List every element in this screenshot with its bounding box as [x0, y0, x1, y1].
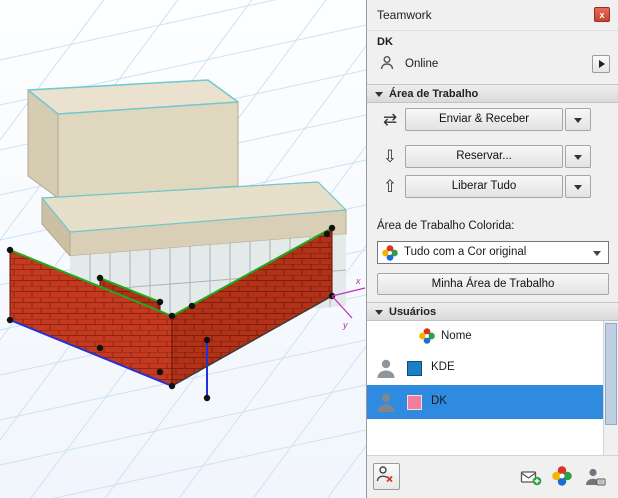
collapse-triangle-icon — [375, 92, 383, 97]
chevron-down-icon — [593, 251, 601, 256]
users-list: Nome KDE DK — [367, 321, 604, 455]
status-row: Online — [367, 54, 618, 76]
axis-x-label: x — [355, 276, 361, 286]
user-row-dk-selected[interactable]: DK — [367, 385, 603, 419]
3d-viewport[interactable]: x y — [0, 0, 366, 498]
reserve-row: ⇩ Reservar... — [367, 145, 618, 169]
online-status-label: Online — [405, 58, 438, 70]
users-scrollbar[interactable] — [603, 321, 618, 455]
user-color-swatch — [407, 361, 422, 376]
chevron-down-icon — [574, 185, 582, 190]
user-color-swatch — [407, 395, 422, 410]
reserve-icon: ⇩ — [379, 145, 401, 169]
release-icon: ⇧ — [379, 175, 401, 199]
chevron-down-icon — [574, 155, 582, 160]
user-profile-button[interactable] — [584, 466, 606, 488]
send-receive-button[interactable]: Enviar & Receber — [405, 108, 563, 131]
teamwork-panel: Teamwork x DK Online Área de Trabalho ⇄ … — [366, 0, 618, 498]
user-icon — [379, 55, 395, 74]
colored-workspace-label: Área de Trabalho Colorida: — [377, 220, 514, 232]
send-receive-dropdown-button[interactable] — [565, 108, 591, 131]
my-workspace-button[interactable]: Minha Área de Trabalho — [377, 273, 609, 295]
color-wheel-icon — [419, 328, 435, 347]
user-x-icon — [374, 478, 397, 490]
user-name: DK — [431, 395, 447, 407]
panel-title: Teamwork — [377, 8, 432, 22]
expand-status-button[interactable] — [592, 55, 610, 73]
collapse-triangle-icon — [375, 310, 383, 315]
section-header-users[interactable]: Usuários — [367, 302, 618, 321]
reserve-button[interactable]: Reservar... — [405, 145, 563, 168]
new-message-button[interactable] — [520, 466, 542, 488]
user-workstation-icon — [584, 479, 606, 491]
section-header-workspace[interactable]: Área de Trabalho — [367, 84, 618, 103]
send-receive-row: ⇄ Enviar & Receber — [367, 108, 618, 132]
color-wheel-icon — [552, 477, 572, 489]
panel-title-bar[interactable]: Teamwork x — [367, 0, 618, 31]
chevron-down-icon — [574, 118, 582, 123]
colored-workspace-value: Tudo com a Cor original — [404, 246, 526, 258]
user-row-kde[interactable]: KDE — [367, 351, 603, 385]
mail-plus-icon — [520, 479, 542, 491]
avatar-icon — [375, 391, 397, 416]
users-list-header[interactable]: Nome — [367, 321, 603, 351]
colored-workspace-select[interactable]: Tudo com a Cor original — [377, 241, 609, 264]
axis-y-label: y — [342, 320, 348, 330]
reserve-dropdown-button[interactable] — [565, 145, 591, 168]
release-all-button[interactable]: Liberar Tudo — [405, 175, 563, 198]
release-row: ⇧ Liberar Tudo — [367, 175, 618, 199]
close-button[interactable]: x — [594, 7, 610, 22]
application-window: x y Teamwork x DK Online Área de Trabalh… — [0, 0, 618, 498]
arrow-right-icon — [599, 60, 605, 68]
colored-workspace-button[interactable] — [552, 466, 574, 488]
workspace-section-title: Área de Trabalho — [389, 88, 478, 100]
release-dropdown-button[interactable] — [565, 175, 591, 198]
current-user-initials: DK — [377, 36, 393, 48]
name-column-header: Nome — [441, 330, 472, 342]
avatar-icon — [375, 357, 397, 382]
scrollbar-thumb[interactable] — [605, 323, 617, 425]
panel-bottom-toolbar — [367, 455, 618, 498]
color-wheel-icon — [382, 245, 398, 264]
send-receive-icon: ⇄ — [379, 108, 401, 132]
3d-scene: x y — [0, 0, 366, 498]
user-name: KDE — [431, 361, 455, 373]
remove-user-button[interactable] — [373, 463, 400, 490]
users-section-title: Usuários — [389, 306, 436, 318]
